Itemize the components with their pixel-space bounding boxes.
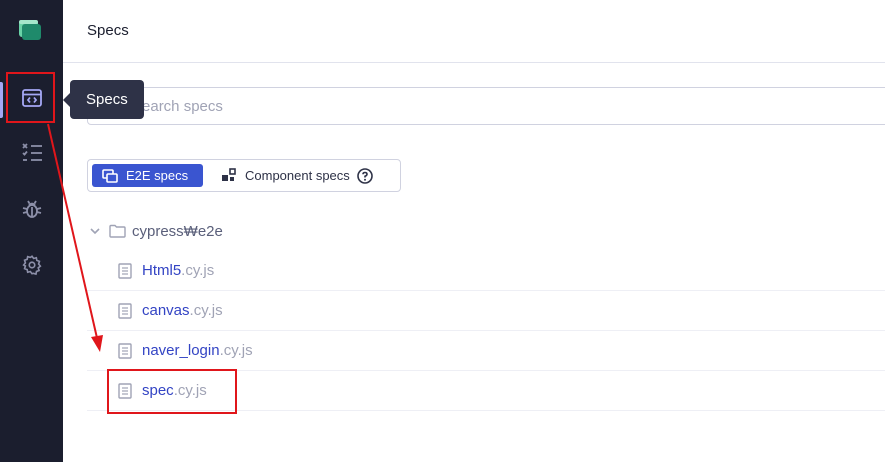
spec-row[interactable]: spec .cy.js [87, 371, 885, 411]
spec-name: naver_login [142, 342, 220, 359]
spec-extension: .cy.js [173, 382, 207, 399]
bug-icon [21, 198, 43, 225]
nav-specs[interactable] [0, 76, 63, 124]
spec-type-toggle: E2E specs Component specs [87, 159, 401, 192]
nav-debug[interactable] [0, 187, 63, 235]
spec-extension: .cy.js [219, 342, 253, 359]
page-title: Specs [87, 22, 129, 39]
search-input[interactable] [88, 88, 885, 124]
nav-runs[interactable] [0, 130, 63, 178]
e2e-specs-button[interactable]: E2E specs [92, 164, 203, 187]
file-icon [118, 302, 132, 319]
spec-name: spec [142, 382, 174, 399]
e2e-specs-label: E2E specs [126, 168, 189, 183]
component-icon [222, 167, 236, 181]
file-icon [118, 342, 132, 359]
folder-name: cypress₩e2e [132, 222, 223, 240]
folder-icon [109, 224, 126, 238]
specs-icon [21, 88, 43, 113]
chevron-down-icon [90, 228, 100, 235]
spec-row[interactable]: Html5 .cy.js [87, 251, 885, 291]
component-specs-button[interactable]: Component specs [221, 164, 381, 187]
spec-name: canvas [142, 302, 190, 319]
component-specs-label: Component specs [245, 168, 350, 183]
file-icon [118, 382, 132, 399]
spec-extension: .cy.js [181, 262, 215, 279]
file-icon [118, 262, 132, 279]
nav-settings[interactable] [0, 243, 63, 291]
cypress-logo-icon[interactable] [19, 20, 41, 40]
spec-name: Html5 [142, 262, 182, 279]
header: Specs [63, 0, 885, 63]
specs-tooltip: Specs [63, 80, 144, 119]
e2e-icon [102, 168, 118, 183]
folder-row[interactable]: cypress₩e2e [87, 213, 885, 249]
spec-row[interactable]: canvas .cy.js [87, 291, 885, 331]
gear-icon [21, 254, 43, 281]
search-box[interactable] [87, 87, 885, 125]
spec-extension: .cy.js [189, 302, 223, 319]
sidebar [0, 0, 63, 462]
runs-list-icon [21, 142, 43, 167]
spec-row[interactable]: naver_login .cy.js [87, 331, 885, 371]
help-circle-icon[interactable] [356, 167, 373, 184]
